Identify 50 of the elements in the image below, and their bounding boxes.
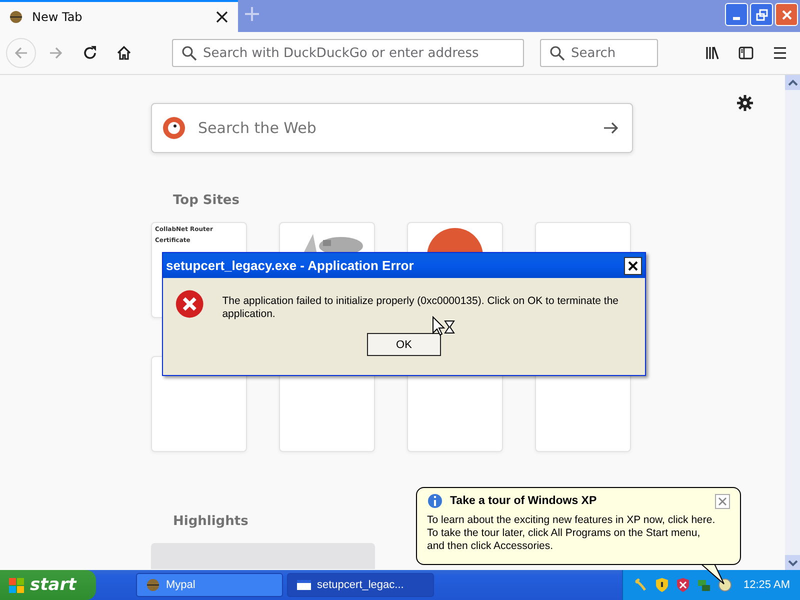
search-icon: [549, 45, 565, 61]
balloon-title: Take a tour of Windows XP: [450, 495, 598, 507]
arrow-right-icon: [603, 120, 619, 136]
taskbar-button[interactable]: Mypal: [136, 573, 283, 597]
taskbar-button[interactable]: setupcert_legac...: [287, 573, 434, 597]
library-icon: [704, 45, 720, 61]
close-icon: [627, 260, 639, 272]
reload-icon: [82, 45, 98, 61]
security-shield-icon: [654, 577, 670, 593]
globe-icon: [145, 577, 161, 593]
start-button[interactable]: start: [0, 570, 96, 600]
back-button[interactable]: [6, 38, 36, 68]
error-message: The application failed to initialize properly (0xc0000135). Click on OK to terminate the application.: [222, 295, 620, 321]
alert-shield-icon: [674, 577, 691, 593]
key-icon: [632, 577, 649, 593]
clock: 12:25 AM: [744, 579, 790, 591]
globe-icon: [8, 9, 24, 25]
sidebar-icon: [738, 45, 754, 61]
web-search-field[interactable]: Search the Web: [151, 103, 633, 153]
back-arrow-icon: [13, 45, 29, 61]
section-heading: Highlights: [173, 514, 248, 529]
menu-icon: [772, 45, 788, 61]
network-icon: [696, 577, 712, 593]
close-icon: [780, 8, 794, 22]
restore-icon: [754, 8, 768, 22]
dialog-title: setupcert_legacy.exe - Application Error: [166, 258, 415, 273]
search-icon: [181, 45, 197, 61]
notification-balloon[interactable]: Take a tour of Windows XP To learn about the exciting new features in XP now, click here. To take the tour later, click All Programs on the Start menu, and then click Accessories.: [416, 487, 741, 565]
maximize-button[interactable]: [750, 3, 773, 26]
browser-tab[interactable]: New Tab: [0, 0, 238, 32]
settings-icon: [737, 95, 753, 111]
address-field[interactable]: Search with DuckDuckGo or enter address: [172, 39, 524, 67]
ok-button[interactable]: OK: [367, 333, 441, 356]
windows-logo-icon: [8, 576, 25, 594]
search-field[interactable]: Search: [540, 39, 658, 67]
forward-arrow-icon: [48, 45, 64, 61]
balloon-message: To learn about the exciting new features in XP now, click here. To take the tour later, click All Programs on the Start menu, and then click Accessories.: [427, 514, 716, 553]
minimize-button[interactable]: [725, 3, 748, 26]
hourglass-cursor-icon: [432, 316, 456, 338]
window-icon: [296, 577, 312, 593]
minimize-icon: [733, 17, 740, 20]
close-icon: [717, 496, 728, 506]
plus-icon: [244, 6, 260, 22]
error-icon: [175, 288, 204, 320]
section-heading: Top Sites: [173, 193, 240, 208]
close-button[interactable]: [624, 256, 642, 274]
close-icon: [214, 9, 230, 25]
scroll-up-button[interactable]: [785, 75, 800, 90]
home-icon: [116, 45, 132, 61]
scroll-down-button[interactable]: [785, 555, 800, 570]
